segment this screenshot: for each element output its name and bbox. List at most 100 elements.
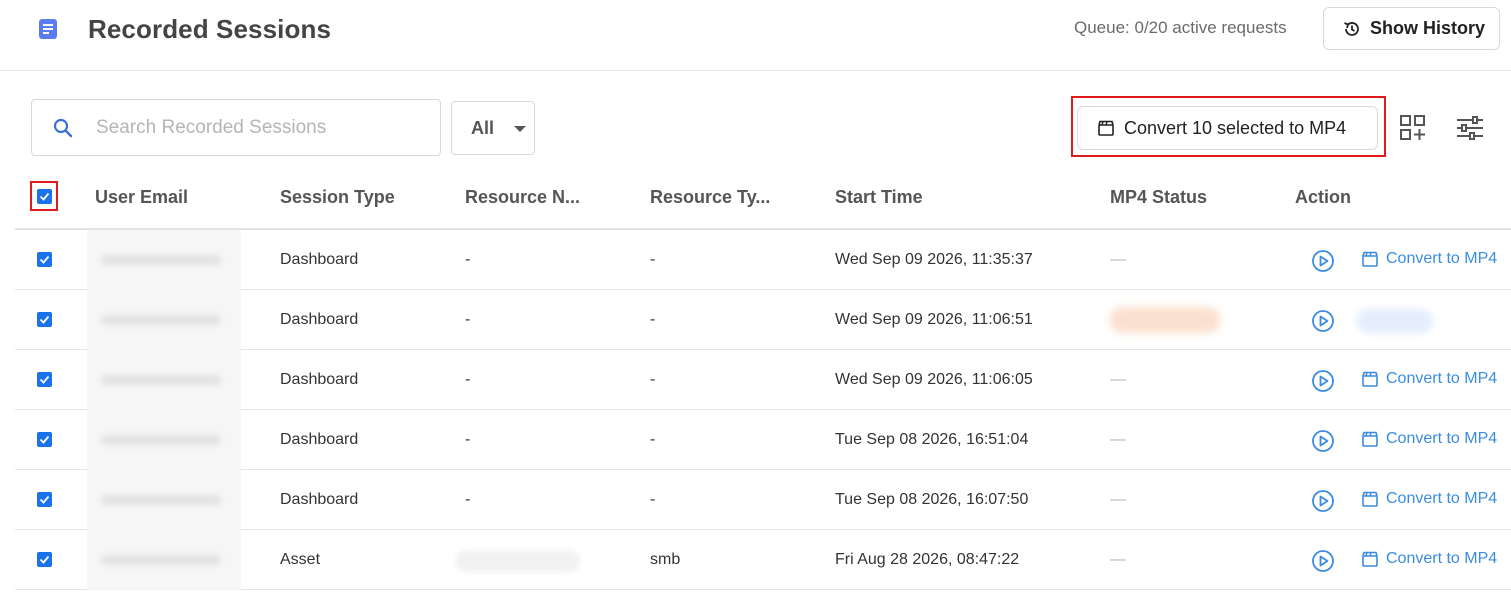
convert-to-mp4-link[interactable]: Convert to MP4 [1361,250,1497,268]
clapperboard-icon [1362,251,1378,267]
grid-add-icon[interactable] [1399,114,1427,142]
convert-to-mp4-link[interactable]: Convert to MP4 [1361,430,1497,448]
convert-to-mp4-label: Convert to MP4 [1386,550,1498,567]
convert-to-mp4-link[interactable]: Convert to MP4 [1361,490,1497,508]
resource-type: - [650,311,656,328]
row-checkbox[interactable] [37,312,52,327]
check-icon [39,555,50,564]
row-checkbox[interactable] [37,492,52,507]
row-checkbox[interactable] [37,252,52,267]
row-checkbox[interactable] [37,552,52,567]
play-icon[interactable] [1311,369,1335,393]
type-filter-select[interactable]: All [451,101,535,155]
column-start-time[interactable]: Start Time [835,187,923,208]
column-action: Action [1295,187,1351,207]
user-email-redacted [87,530,241,590]
filter-value: All [471,117,495,138]
document-icon [39,19,57,39]
row-checkbox[interactable] [37,432,52,447]
mp4-status: — [1110,431,1126,448]
sessions-table: User Email Session Type Resource N... Re… [15,167,1511,590]
convert-to-mp4-link[interactable]: Convert to MP4 [1361,550,1497,568]
search-box[interactable] [31,99,441,156]
convert-to-mp4-link[interactable]: Convert to MP4 [1361,370,1497,388]
clapperboard-icon [1362,551,1378,567]
page-title: Recorded Sessions [88,14,332,44]
resource-type: - [650,431,656,448]
session-type: Dashboard [280,371,359,388]
play-icon[interactable] [1311,549,1335,573]
show-history-label: Show History [1370,18,1486,38]
start-time: Wed Sep 09 2026, 11:06:51 [835,311,1033,328]
start-time: Tue Sep 08 2026, 16:07:50 [835,491,1029,508]
start-time: Tue Sep 08 2026, 16:51:04 [835,431,1029,448]
resource-type: - [650,491,656,508]
table-row[interactable]: Dashboard - - Wed Sep 09 2026, 11:06:51 [15,290,1511,350]
session-type: Dashboard [280,311,359,328]
convert-to-mp4-label: Convert to MP4 [1386,490,1498,507]
check-icon [39,375,50,384]
start-time: Wed Sep 09 2026, 11:06:05 [835,371,1033,388]
mp4-status: — [1110,251,1126,268]
resource-name: - [465,431,471,448]
check-icon [39,315,50,324]
select-all-checkbox[interactable] [37,189,52,204]
resource-name: - [465,251,471,268]
user-email-redacted [87,470,241,530]
resource-type: - [650,251,656,268]
convert-selected-button[interactable]: Convert 10 selected to MP4 [1077,106,1378,150]
column-resource-type[interactable]: Resource Ty... [650,187,770,208]
clapperboard-icon [1362,371,1378,387]
mp4-status: — [1110,371,1126,388]
column-user-email[interactable]: User Email [95,187,188,208]
convert-to-mp4-label: Convert to MP4 [1386,430,1498,447]
queue-status: Queue: 0/20 active requests [1074,18,1287,37]
table-row[interactable]: Dashboard - - Wed Sep 09 2026, 11:06:05 … [15,350,1511,410]
convert-to-mp4-label: Convert to MP4 [1386,370,1498,387]
convert-selected-label: Convert 10 selected to MP4 [1124,117,1347,138]
table-row[interactable]: Dashboard - - Tue Sep 08 2026, 16:07:50 … [15,470,1511,530]
sliders-icon[interactable] [1456,116,1484,140]
search-input[interactable] [96,114,426,142]
chevron-down-icon [514,126,526,132]
resource-name: - [465,491,471,508]
play-icon[interactable] [1311,249,1335,273]
session-type: Dashboard [280,251,359,268]
mp4-status: — [1110,491,1126,508]
check-icon [39,435,50,444]
resource-type: smb [650,551,681,568]
column-session-type[interactable]: Session Type [280,187,395,208]
resource-type: - [650,371,656,388]
table-header: User Email Session Type Resource N... Re… [15,167,1511,230]
session-type: Dashboard [280,431,359,448]
user-email-redacted [87,230,241,290]
column-resource-name[interactable]: Resource N... [465,187,580,208]
mp4-status-redacted [1110,307,1220,333]
play-icon[interactable] [1311,309,1335,333]
page-header: Recorded Sessions Queue: 0/20 active req… [0,0,1511,71]
table-row[interactable]: Dashboard - - Tue Sep 08 2026, 16:51:04 … [15,410,1511,470]
play-icon[interactable] [1311,429,1335,453]
user-email-redacted [87,350,241,410]
mp4-status: — [1110,551,1126,568]
clapperboard-icon [1098,120,1114,136]
table-row[interactable]: Dashboard - - Wed Sep 09 2026, 11:35:37 … [15,230,1511,290]
table-row[interactable]: Asset smb Fri Aug 28 2026, 08:47:22 — Co… [15,530,1511,590]
play-icon[interactable] [1311,489,1335,513]
user-email-redacted [87,410,241,470]
user-email-redacted [87,290,241,350]
check-icon [39,192,50,201]
convert-to-mp4-label: Convert to MP4 [1386,250,1498,267]
resource-name: - [465,371,471,388]
search-icon [53,118,73,138]
column-mp4-status[interactable]: MP4 Status [1110,187,1207,208]
history-icon [1344,21,1359,36]
start-time: Wed Sep 09 2026, 11:35:37 [835,251,1033,268]
check-icon [39,495,50,504]
row-checkbox[interactable] [37,372,52,387]
resource-name: - [465,311,471,328]
session-type: Dashboard [280,491,359,508]
clapperboard-icon [1362,431,1378,447]
action-redacted [1357,309,1433,333]
show-history-button[interactable]: Show History [1323,7,1500,50]
